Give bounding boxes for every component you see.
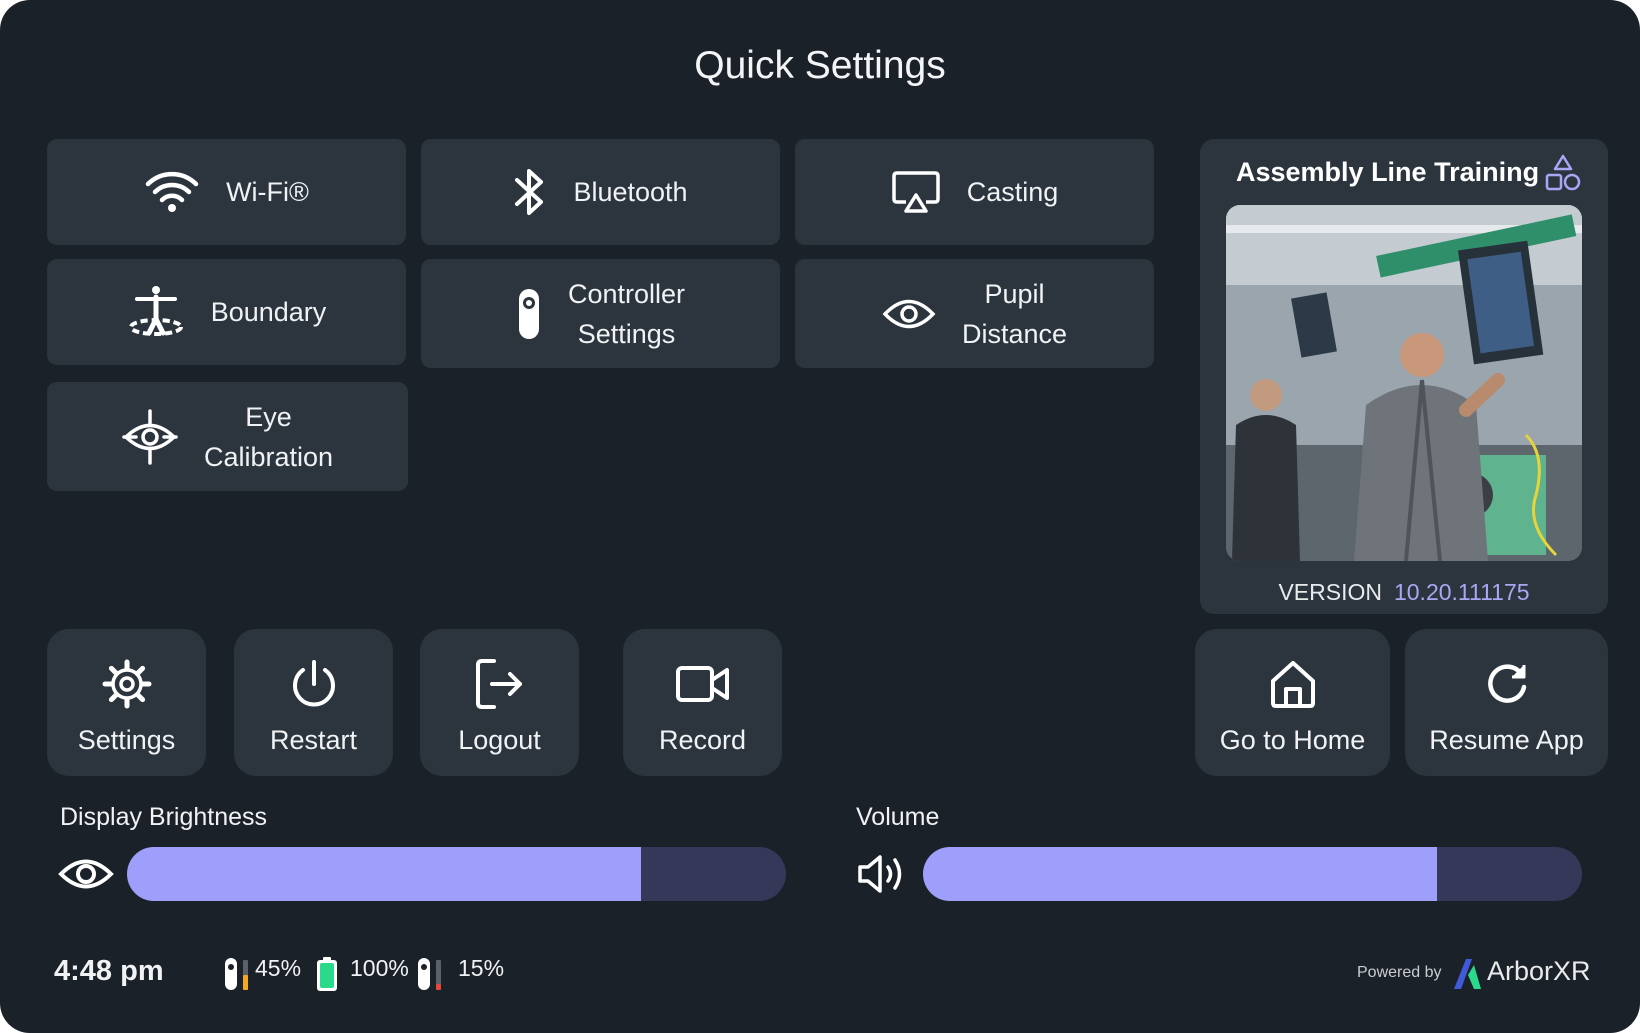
pupil-distance-tile[interactable]: Pupil Distance [795, 259, 1154, 368]
powered-by-label: Powered by [1357, 964, 1442, 981]
pupil-label-line1: Pupil [984, 278, 1045, 309]
shapes-icon[interactable] [1544, 153, 1582, 193]
crosshair-icon [122, 408, 178, 465]
quick-settings-panel: Quick Settings Wi-Fi® Bluetooth Casting [0, 0, 1640, 1033]
pupil-label-line2: Distance [961, 318, 1068, 349]
app-title: Assembly Line Training [1236, 157, 1540, 187]
wifi-label: Wi-Fi® [226, 177, 309, 207]
wifi-tile[interactable]: Wi-Fi® [47, 139, 406, 245]
left-controller-battery: 45% [255, 955, 302, 981]
go-to-home-label: Go to Home [1219, 725, 1366, 755]
resume-app-label: Resume App [1429, 725, 1584, 755]
boundary-icon [128, 286, 183, 336]
casting-tile[interactable]: Casting [795, 139, 1154, 245]
bluetooth-icon [515, 169, 544, 215]
brightness-slider-fill [127, 847, 642, 901]
eye-calibration-label-line2: Calibration [203, 441, 334, 472]
go-to-home-button[interactable]: Go to Home [1195, 629, 1390, 776]
arborxr-logo-icon [1454, 959, 1481, 989]
home-icon [1270, 661, 1315, 708]
volume-slider-fill [923, 847, 1438, 901]
left-controller-battery-icon [225, 958, 248, 990]
right-controller-battery: 15% [458, 955, 505, 981]
controller-label-line2: Settings [577, 318, 676, 349]
clock: 4:48 pm [54, 955, 164, 987]
headset-battery: 100% [350, 955, 409, 981]
bluetooth-label: Bluetooth [573, 177, 688, 207]
volume-label: Volume [856, 803, 940, 831]
version-line: VERSION 10.20.111175 [1200, 579, 1608, 606]
casting-icon [891, 171, 940, 213]
app-thumbnail [1226, 205, 1582, 561]
resume-app-button[interactable]: Resume App [1405, 629, 1608, 776]
record-button[interactable]: Record [623, 629, 782, 776]
restart-label: Restart [269, 725, 358, 755]
eye-icon [58, 859, 114, 889]
volume-slider[interactable] [923, 847, 1582, 901]
casting-label: Casting [966, 177, 1059, 207]
boundary-tile[interactable]: Boundary [47, 259, 406, 365]
logout-label: Logout [458, 725, 541, 755]
eye-icon [882, 299, 936, 328]
refresh-icon [1487, 664, 1526, 703]
settings-button[interactable]: Settings [47, 629, 206, 776]
logout-button[interactable]: Logout [420, 629, 579, 776]
eye-calibration-tile[interactable]: Eye Calibration [47, 382, 408, 491]
video-camera-icon [675, 666, 729, 702]
page-title: Quick Settings [694, 44, 946, 87]
brightness-label: Display Brightness [60, 803, 268, 831]
right-controller-battery-icon [418, 958, 441, 990]
version-label: VERSION [1278, 579, 1382, 605]
speaker-icon [858, 855, 902, 893]
controller-settings-tile[interactable]: Controller Settings [421, 259, 780, 368]
boundary-label: Boundary [210, 297, 327, 327]
record-label: Record [658, 725, 747, 755]
brand-name: ArborXR [1487, 956, 1591, 986]
controller-icon [518, 288, 539, 339]
controller-label-line1: Controller [567, 278, 686, 309]
restart-button[interactable]: Restart [234, 629, 393, 776]
logout-icon [475, 659, 522, 709]
bluetooth-tile[interactable]: Bluetooth [421, 139, 780, 245]
wifi-icon [145, 171, 199, 212]
eye-calibration-label-line1: Eye [245, 401, 292, 432]
power-icon [292, 660, 335, 707]
brightness-slider[interactable] [127, 847, 786, 901]
headset-battery-icon [317, 957, 337, 991]
version-number: 10.20.111175 [1393, 579, 1530, 605]
gear-icon [102, 659, 151, 709]
settings-label: Settings [77, 725, 176, 755]
current-app-card[interactable]: Assembly Line Training VERSION 10.20.111… [1200, 139, 1608, 614]
